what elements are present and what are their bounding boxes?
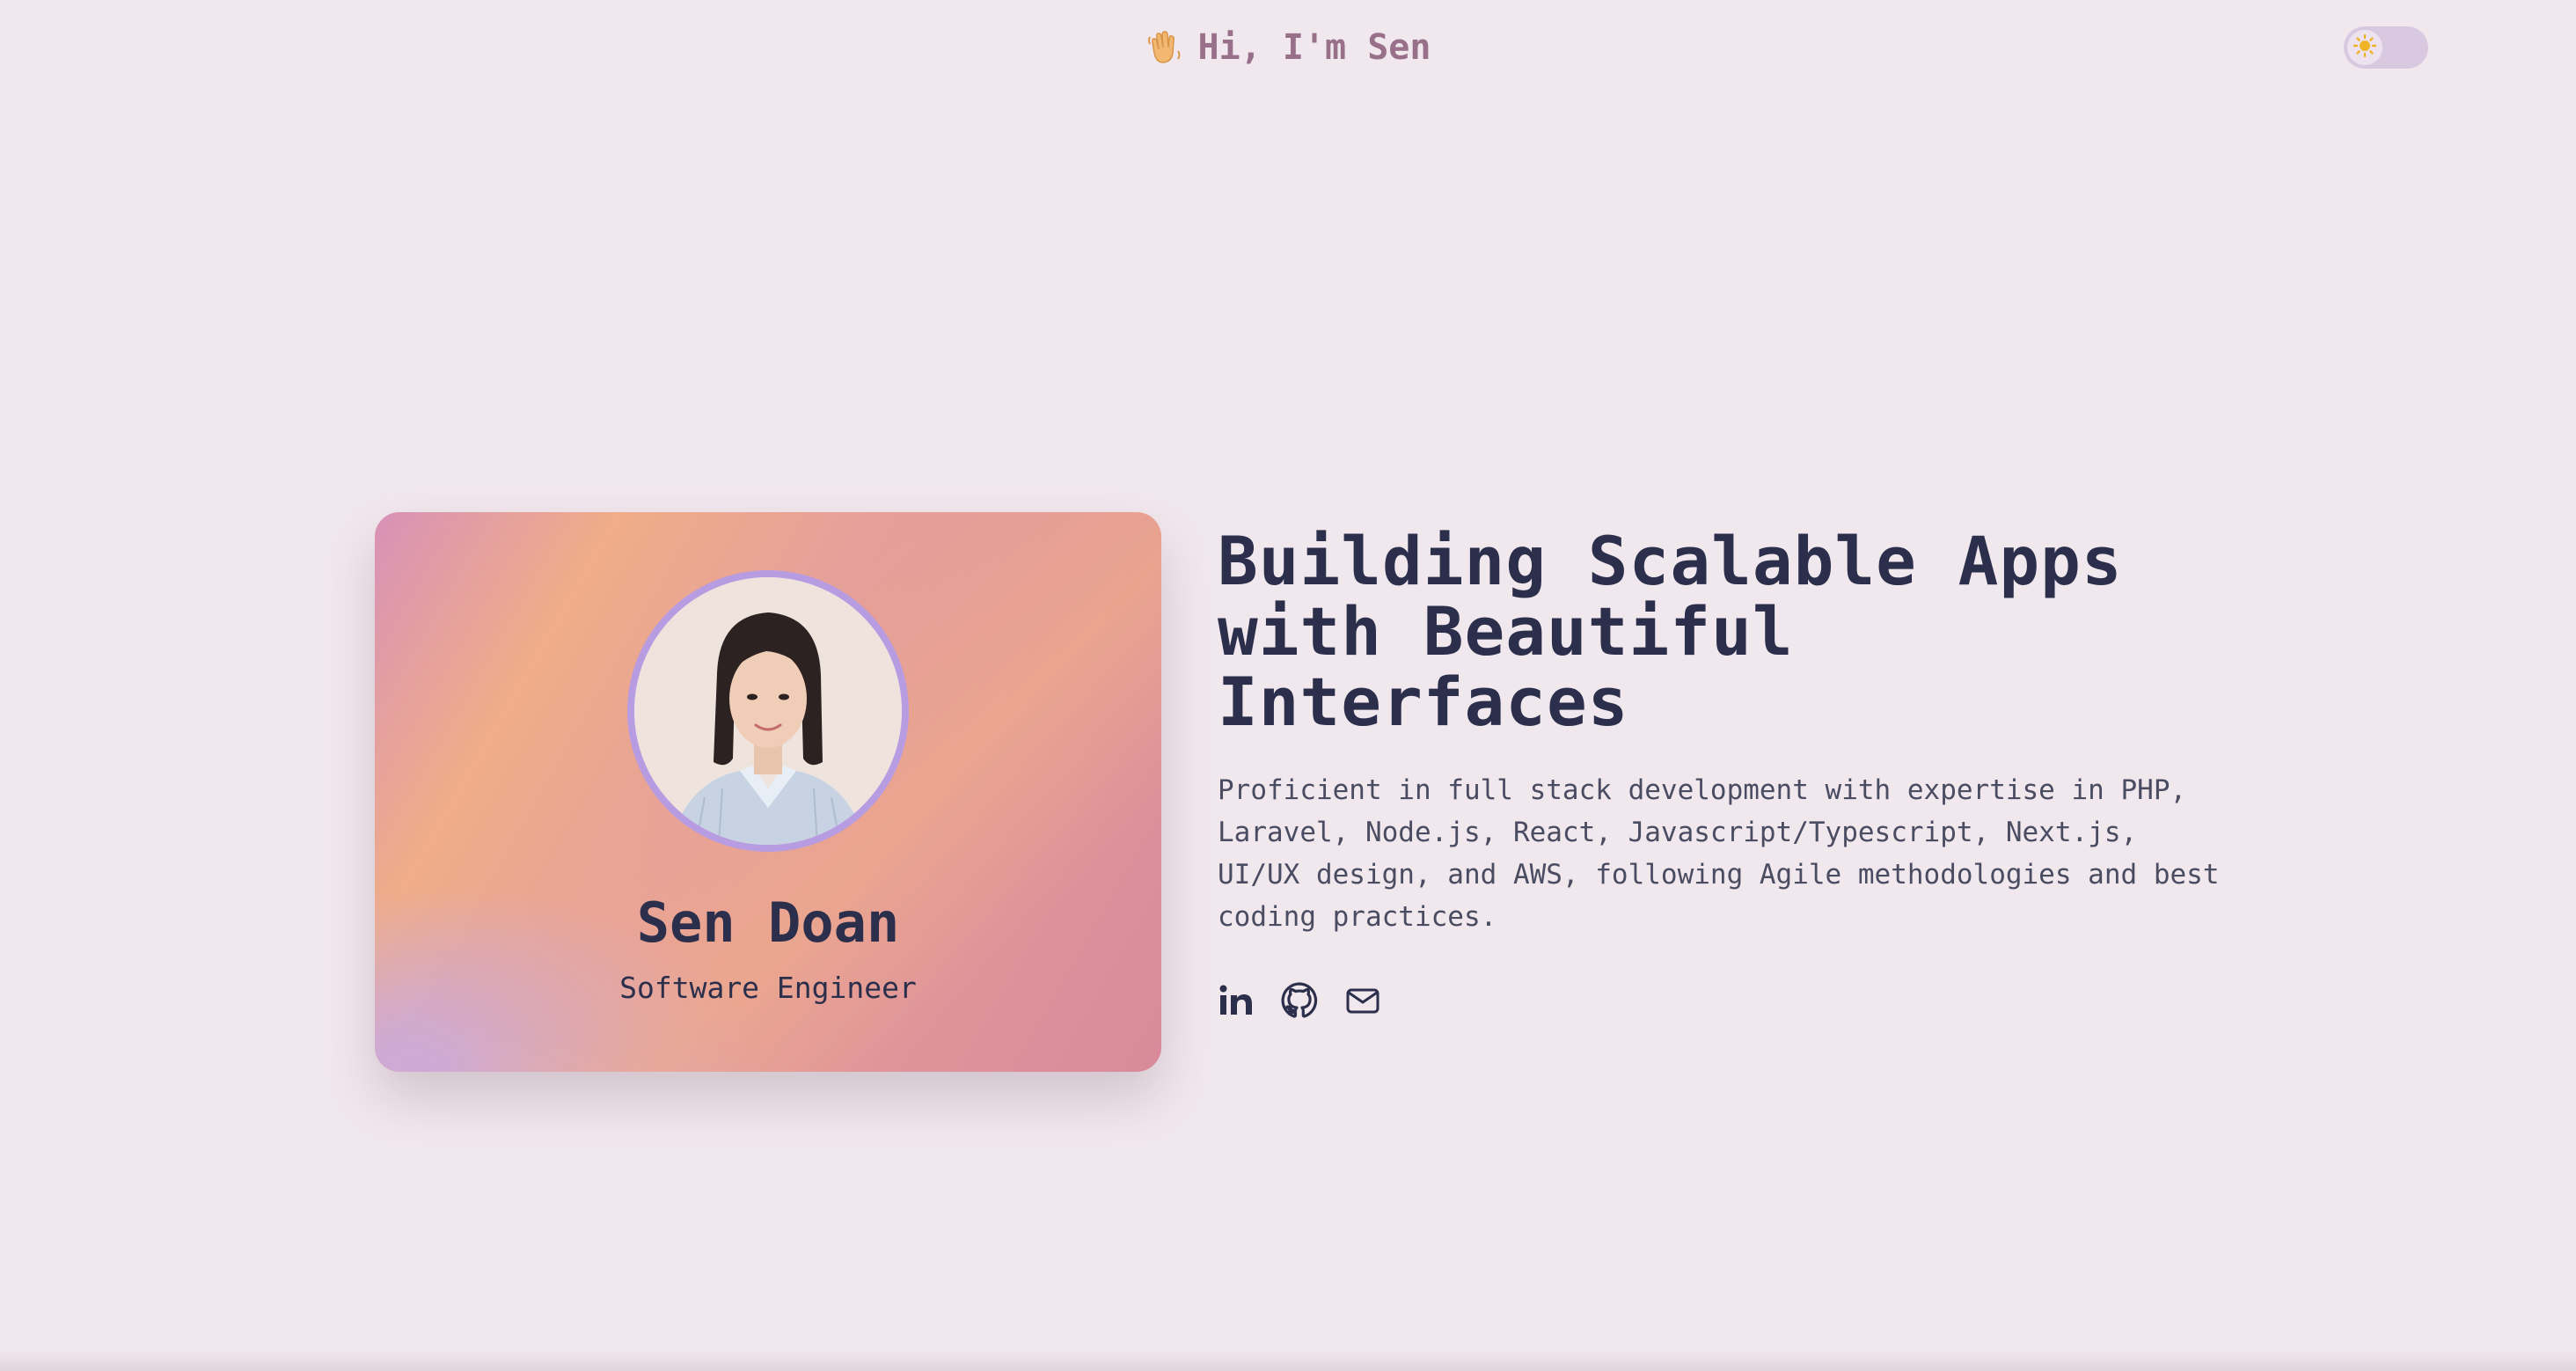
hero-description: Proficient in full stack development wit… [1218, 774, 2220, 933]
headline-line-2: with Beautiful Interfaces [1218, 592, 1794, 741]
portfolio-page: Hi, I'm Sen Sen Doan Software Engineer B… [0, 0, 2576, 1371]
profile-role: Software Engineer [619, 971, 917, 1005]
social-links [1218, 982, 2221, 1019]
hero-section: Sen Doan Software Engineer Building Scal… [375, 512, 2221, 1072]
profile-card: Sen Doan Software Engineer [375, 512, 1161, 1072]
sun-icon [2353, 33, 2377, 62]
waving-hand-icon [1145, 28, 1184, 67]
hero-headline: Building Scalable Apps with Beautiful In… [1218, 526, 2221, 737]
top-nav: Hi, I'm Sen [0, 0, 2576, 95]
theme-toggle[interactable] [2344, 26, 2428, 69]
github-icon[interactable] [1281, 982, 1318, 1019]
profile-name: Sen Doan [636, 891, 900, 955]
avatar [627, 570, 909, 852]
headline-line-1: Building Scalable Apps [1218, 522, 2123, 600]
mail-icon[interactable] [1344, 982, 1381, 1019]
bottom-shadow [0, 1350, 2576, 1371]
brand[interactable]: Hi, I'm Sen [1145, 27, 1431, 68]
linkedin-icon[interactable] [1218, 982, 1255, 1019]
hero-content: Building Scalable Apps with Beautiful In… [1218, 526, 2221, 1019]
brand-text: Hi, I'm Sen [1197, 27, 1431, 68]
toggle-knob [2347, 30, 2382, 65]
